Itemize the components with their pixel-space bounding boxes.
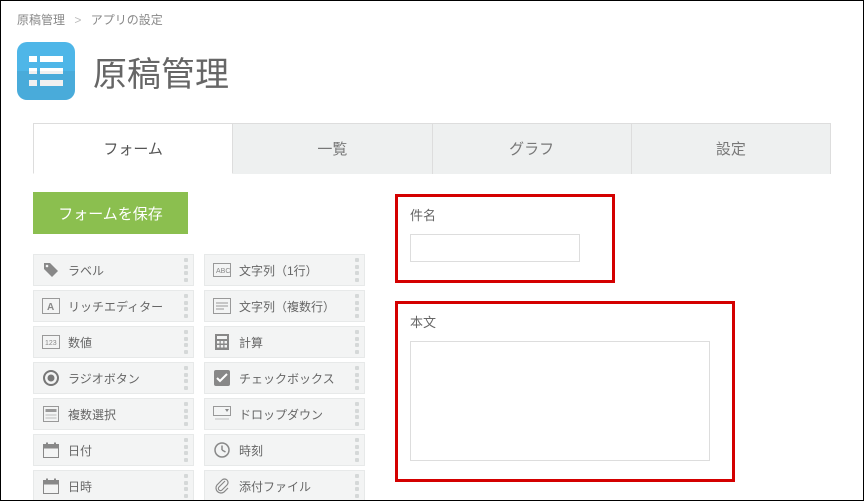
- radio-icon: [40, 368, 62, 388]
- tab-list[interactable]: 一覧: [233, 123, 432, 174]
- multiselect-icon: [40, 404, 62, 424]
- palette-item-label[interactable]: ラベル: [33, 254, 194, 286]
- field-palette: フォームを保存 ラベル ABC 文字列（1行）: [33, 192, 365, 501]
- breadcrumb-root[interactable]: 原稿管理: [17, 13, 65, 27]
- svg-text:A: A: [47, 302, 54, 313]
- app-icon: [17, 42, 75, 100]
- field-body-input[interactable]: [410, 341, 710, 461]
- field-subject-label: 件名: [410, 205, 600, 224]
- field-subject[interactable]: 件名: [395, 194, 615, 283]
- palette-item-text: ラベル: [68, 262, 104, 279]
- tab-graph[interactable]: グラフ: [433, 123, 632, 174]
- tabs: フォーム 一覧 グラフ 設定: [33, 122, 831, 174]
- palette-item-number[interactable]: 123 数値: [33, 326, 194, 358]
- dropdown-icon: [211, 404, 233, 424]
- date-icon: [40, 440, 62, 460]
- field-body[interactable]: 本文: [395, 301, 735, 482]
- palette-item-text: 数値: [68, 334, 92, 351]
- palette-item-time[interactable]: 時刻: [204, 434, 365, 466]
- palette-item-multiselect[interactable]: 複数選択: [33, 398, 194, 430]
- palette-item-richtext[interactable]: A リッチエディター: [33, 290, 194, 322]
- palette-item-text-single[interactable]: ABC 文字列（1行）: [204, 254, 365, 286]
- palette-item-text: 添付ファイル: [239, 478, 311, 495]
- checkbox-icon: [211, 368, 233, 388]
- palette-item-text: 複数選択: [68, 406, 116, 423]
- palette-item-text: ドロップダウン: [239, 406, 323, 423]
- palette-item-text: 文字列（1行）: [239, 262, 318, 279]
- palette-item-checkbox[interactable]: チェックボックス: [204, 362, 365, 394]
- palette-item-calc[interactable]: 計算: [204, 326, 365, 358]
- number-icon: 123: [40, 332, 62, 352]
- palette-item-text-multi[interactable]: 文字列（複数行）: [204, 290, 365, 322]
- palette-item-text: 日時: [68, 478, 92, 495]
- palette-item-text: リッチエディター: [68, 298, 163, 315]
- breadcrumb: 原稿管理 > アプリの設定: [1, 1, 863, 34]
- calc-icon: [211, 332, 233, 352]
- field-subject-input[interactable]: [410, 234, 580, 262]
- palette-item-date[interactable]: 日付: [33, 434, 194, 466]
- tab-form[interactable]: フォーム: [33, 123, 233, 174]
- form-canvas: 件名 本文: [395, 192, 831, 501]
- datetime-icon: [40, 476, 62, 496]
- tab-settings[interactable]: 設定: [632, 123, 831, 174]
- field-body-label: 本文: [410, 312, 720, 331]
- text-single-icon: ABC: [211, 260, 233, 280]
- richtext-icon: A: [40, 296, 62, 316]
- palette-item-attachment[interactable]: 添付ファイル: [204, 470, 365, 501]
- breadcrumb-separator: >: [74, 13, 81, 27]
- palette-item-text: チェックボックス: [239, 370, 335, 387]
- svg-text:ABC: ABC: [216, 268, 230, 275]
- palette-item-text: 日付: [68, 442, 92, 459]
- text-multi-icon: [211, 296, 233, 316]
- palette-item-text: ラジオボタン: [68, 370, 140, 387]
- palette-item-text: 時刻: [239, 442, 263, 459]
- svg-text:123: 123: [45, 340, 57, 347]
- breadcrumb-current: アプリの設定: [91, 13, 163, 27]
- page-title: 原稿管理: [93, 47, 229, 96]
- save-form-button[interactable]: フォームを保存: [33, 192, 188, 234]
- tag-icon: [40, 260, 62, 280]
- palette-item-text: 文字列（複数行）: [239, 298, 335, 315]
- palette-item-dropdown[interactable]: ドロップダウン: [204, 398, 365, 430]
- palette-item-datetime[interactable]: 日時: [33, 470, 194, 501]
- palette-item-radio[interactable]: ラジオボタン: [33, 362, 194, 394]
- palette-item-text: 計算: [239, 334, 263, 351]
- time-icon: [211, 440, 233, 460]
- attachment-icon: [211, 476, 233, 496]
